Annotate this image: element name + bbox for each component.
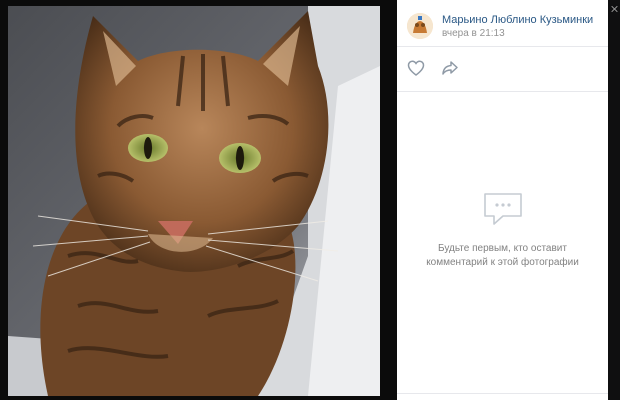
cat-photo-image [8,6,380,396]
side-panel: Марьино Люблино Кузьминки вчера в 21:13 … [397,0,608,400]
share-arrow-icon[interactable] [441,60,459,76]
empty-comments-text: Будьте первым, кто оставит комментарий к… [397,242,608,270]
right-gutter [608,0,620,400]
empty-comments: Будьте первым, кто оставит комментарий к… [397,190,608,270]
comment-box-divider [397,393,608,394]
post-actions [397,47,608,92]
empty-comments-line-1: Будьте первым, кто оставит [438,243,567,254]
comment-bubble-icon [483,193,522,225]
close-icon[interactable] [612,6,618,12]
photo-viewer [0,0,397,400]
empty-comments-line-2: комментарий к этой фотографии [426,257,579,268]
heart-icon[interactable] [407,60,425,76]
avatar-image [407,13,433,39]
author-link[interactable]: Марьино Люблино Кузьминки [442,14,593,26]
avatar[interactable] [407,13,433,39]
post-date[interactable]: вчера в 21:13 [442,28,505,39]
cat-photo[interactable] [8,6,380,396]
post-header: Марьино Люблино Кузьминки вчера в 21:13 [397,0,608,47]
